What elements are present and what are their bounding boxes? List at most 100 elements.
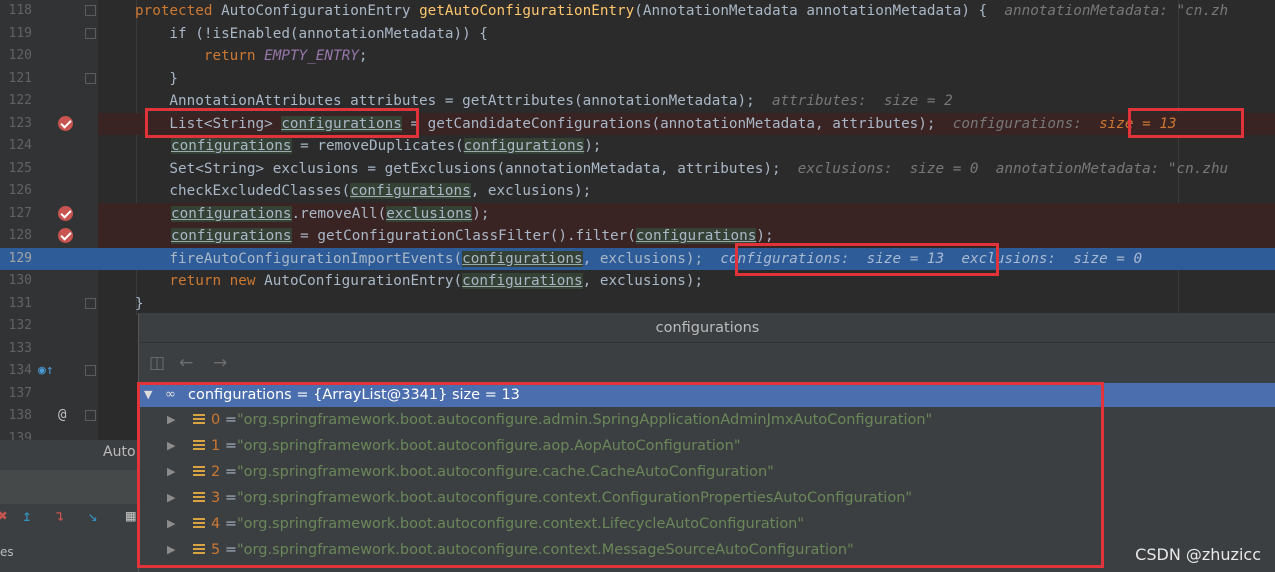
gutter-line: 137 [0,383,98,406]
code-line-129-current[interactable]: fireAutoConfigurationImportEvents(config… [98,247,1275,270]
override-icon[interactable]: ◉↑ [38,363,54,378]
line-number: 124 [8,138,32,153]
fold-marker-icon[interactable] [85,365,96,376]
line-number: 121 [8,70,32,86]
evaluate-icon[interactable]: ▦ [126,506,136,525]
keyword: return [135,48,265,64]
fold-marker-icon[interactable] [85,297,96,309]
code-text: if (!isEnabled(annotationMetadata)) { [135,25,488,42]
code-text: fireAutoConfigurationImportEvents( [135,250,463,267]
code-text: .removeAll( [291,205,387,222]
inline-debug-hint: configurations: [952,115,1100,132]
back-arrow-icon[interactable]: ← [179,353,193,373]
code-text: = getConfigurationClassFilter().filter( [291,228,636,244]
fold-marker-icon[interactable] [85,72,96,84]
gutter-line-current: 129 [0,247,98,270]
code-text: , exclusions); [470,183,592,199]
variable-usage[interactable]: exclusions [386,205,473,222]
variable-usage[interactable]: configurations [635,228,757,244]
line-number: 126 [8,183,32,198]
variable-usage[interactable]: configurations [171,228,292,244]
tool-window-tab[interactable]: Auto [103,444,136,460]
code-text: Set<String> exclusions = getExclusions(a… [135,160,798,177]
code-text: ); [472,205,490,222]
gutter-line: 122 [0,90,98,113]
code-line-131[interactable]: } [98,293,1275,316]
add-to-watches-icon[interactable]: ◫ [149,353,165,373]
gutter-line: 123 [0,113,98,136]
line-number: 118 [8,3,32,18]
code-editor[interactable]: protected AutoConfigurationEntry getAuto… [98,0,1275,315]
breakpoint-icon[interactable] [58,228,73,243]
line-number: 127 [8,205,32,221]
variables-tab[interactable]: es [0,545,14,559]
keyword: return new [135,273,265,289]
gutter-line: 118 [0,0,98,23]
code-text: , exclusions); [582,273,704,289]
code-line-126[interactable]: checkExcludedClasses(configurations, exc… [98,180,1275,203]
annotation-icon[interactable]: @ [58,407,66,423]
gutter-line: 119 [0,23,98,46]
inline-debug-hint: attributes: size = 2 [771,93,953,109]
gutter-line: 138 @ [0,405,98,428]
variable-usage[interactable]: configurations [171,138,292,154]
code-text: (AnnotationMetadata annotationMetadata) … [634,3,1005,19]
line-number: 134 [8,363,32,378]
force-step-into-icon[interactable]: ↴ [55,506,65,525]
breakpoint-icon[interactable] [58,115,73,131]
gutter-line: 131 [0,293,98,316]
code-line-127[interactable]: configurations.removeAll(exclusions); [98,202,1275,225]
line-number: 129 [8,250,32,266]
line-number: 131 [8,295,32,311]
fold-marker-icon[interactable] [85,410,96,421]
variable-usage[interactable]: configurations [171,205,292,222]
code-line-125[interactable]: Set<String> exclusions = getExclusions(a… [98,158,1275,181]
fold-marker-icon[interactable] [85,5,96,16]
annotation-box-size-123 [1128,108,1244,138]
fold-marker-icon[interactable] [85,27,96,39]
gutter-line: 127 [0,203,98,226]
code-line-124[interactable]: configurations = removeDuplicates(config… [98,135,1275,158]
variable-usage[interactable]: configurations [462,273,583,289]
line-number: 123 [8,115,32,131]
variable-usage[interactable]: configurations [463,138,585,154]
code-text: AutoConfigurationEntry [221,3,420,19]
code-text: ); [756,228,774,244]
step-into-icon[interactable]: ↥ [22,506,32,525]
step-over-icon[interactable]: ✖ [0,506,8,525]
code-line-118[interactable]: protected AutoConfigurationEntry getAuto… [98,0,1275,23]
line-number: 132 [8,318,32,333]
variable-usage[interactable]: configurations [462,250,583,267]
inline-debug-hint: annotationMetadata: "cn.zh [1004,3,1229,19]
keyword: protected [135,3,222,19]
variable-usage[interactable]: configurations [350,183,471,199]
annotation-box-declaration [145,108,419,138]
gutter-line: 139 [0,428,98,440]
code-line-130[interactable]: return new AutoConfigurationEntry(config… [98,270,1275,293]
gutter-line: 120 [0,45,98,68]
popup-title: configurations [139,313,1275,343]
debug-toolbar [0,470,138,504]
code-text: ); [584,138,602,154]
code-line-121[interactable]: } [98,68,1275,91]
breakpoint-icon[interactable] [58,205,73,221]
debug-step-toolbar: ✖ ↥ ↴ ↘ ▦ [0,506,138,534]
inline-debug-hint: exclusions: size = 0 annotationMetadata:… [797,160,1229,177]
code-text: AutoConfigurationEntry( [264,273,463,289]
step-out-icon[interactable]: ↘ [88,506,98,525]
line-number: 122 [8,93,32,108]
line-number: 130 [8,273,32,288]
gutter-line: 134 ◉↑ [0,360,98,383]
line-number: 133 [8,340,32,356]
code-line-119[interactable]: if (!isEnabled(annotationMetadata)) { [98,23,1275,46]
code-text: checkExcludedClasses( [135,183,351,199]
code-line-128[interactable]: configurations = getConfigurationClassFi… [98,225,1275,248]
annotation-box-tree [137,382,1104,568]
watermark: CSDN @zhuzicc [1135,545,1261,564]
forward-arrow-icon[interactable]: → [213,353,227,373]
constant: EMPTY_ENTRY [264,48,359,64]
code-line-120[interactable]: return EMPTY_ENTRY; [98,45,1275,68]
code-editor-lower[interactable] [98,315,138,440]
code-text: ; [358,48,368,64]
line-number: 137 [8,385,32,401]
